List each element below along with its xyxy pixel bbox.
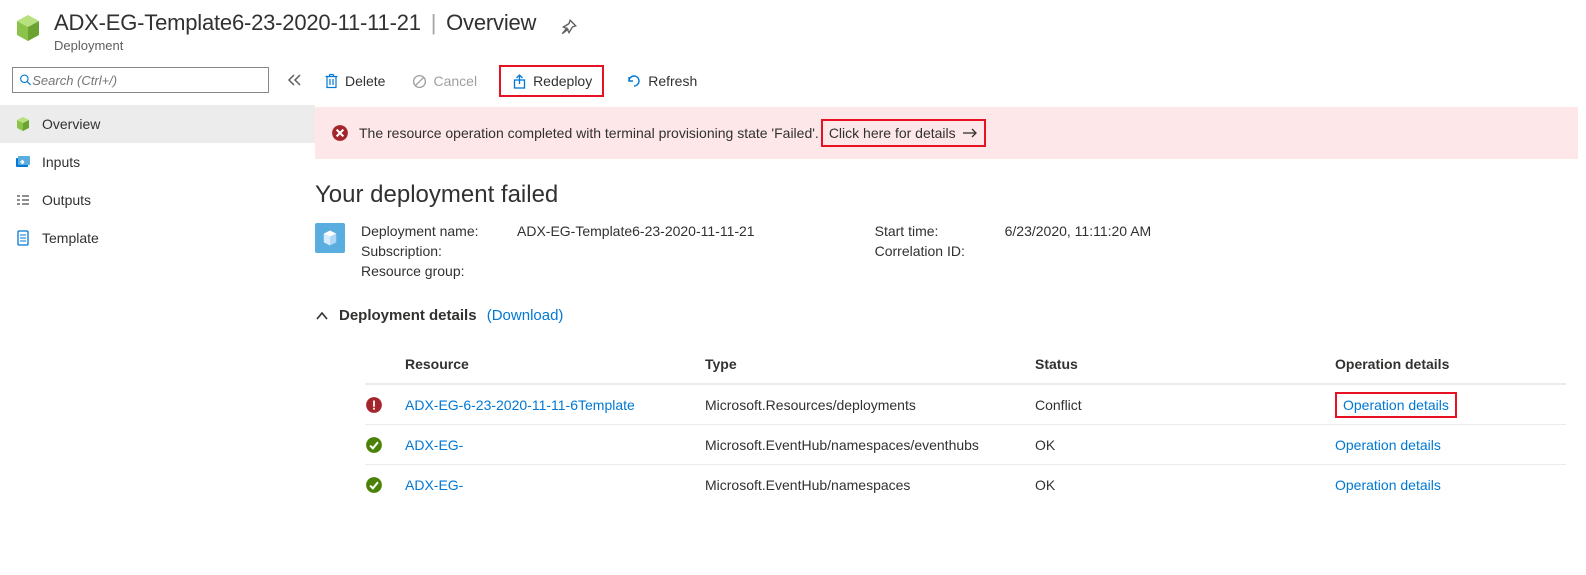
deployment-meta: Deployment name: ADX-EG-Template6-23-202… xyxy=(315,223,1586,279)
refresh-button[interactable]: Refresh xyxy=(622,71,701,91)
resource-type: Microsoft.EventHub/namespaces/eventhubs xyxy=(705,437,1035,453)
correlation-id-label: Correlation ID: xyxy=(875,243,1005,259)
table-row: ADX-EG-6-23-2020-11-11-6TemplateMicrosof… xyxy=(365,384,1566,424)
resource-type-label: Deployment xyxy=(54,38,536,53)
delete-icon xyxy=(323,73,339,89)
operation-details-link[interactable]: Operation details xyxy=(1335,392,1457,418)
error-icon xyxy=(365,396,383,414)
page-title: ADX-EG-Template6-23-2020-11-11-21 | Over… xyxy=(54,10,536,36)
operation-status: OK xyxy=(1035,477,1335,493)
operation-status: Conflict xyxy=(1035,397,1335,413)
sidebar-item-label: Inputs xyxy=(42,154,80,170)
search-input[interactable] xyxy=(12,67,269,93)
resource-name: ADX-EG-Template6-23-2020-11-11-21 xyxy=(54,10,421,35)
template-icon xyxy=(14,229,32,247)
pin-icon[interactable] xyxy=(560,18,578,36)
error-message: The resource operation completed with te… xyxy=(359,125,819,141)
title-block: ADX-EG-Template6-23-2020-11-11-21 | Over… xyxy=(54,10,536,53)
sidebar-item-label: Template xyxy=(42,230,99,246)
operation-details-link[interactable]: Operation details xyxy=(1335,477,1441,493)
command-bar: Delete Cancel xyxy=(315,61,1586,105)
meta-right: Start time: 6/23/2020, 11:11:20 AM Corre… xyxy=(875,223,1152,259)
success-icon xyxy=(365,436,383,454)
operation-status: OK xyxy=(1035,437,1335,453)
start-time-label: Start time: xyxy=(875,223,1005,239)
resource-type: Microsoft.EventHub/namespaces xyxy=(705,477,1035,493)
resource-link[interactable]: ADX-EG-6-23-2020-11-11-6Template xyxy=(405,397,705,413)
table-header: Resource Type Status Operation details xyxy=(365,344,1566,384)
subscription-value xyxy=(517,243,755,259)
sidebar-item-template[interactable]: Template xyxy=(0,219,315,257)
deployment-details-label: Deployment details xyxy=(339,307,477,324)
redeploy-button[interactable]: Redeploy xyxy=(499,65,604,97)
cancel-button: Cancel xyxy=(407,71,481,91)
operation-details-link[interactable]: Operation details xyxy=(1335,437,1441,453)
arrow-right-icon xyxy=(962,127,978,139)
page-header: ADX-EG-Template6-23-2020-11-11-21 | Over… xyxy=(0,0,1586,57)
error-banner: The resource operation completed with te… xyxy=(315,107,1578,159)
search-icon xyxy=(19,73,32,87)
refresh-icon xyxy=(626,73,642,89)
chevron-up-icon[interactable] xyxy=(315,311,329,321)
col-resource: Resource xyxy=(405,356,705,372)
download-link[interactable]: (Download) xyxy=(487,307,564,324)
col-type: Type xyxy=(705,356,1035,372)
sidebar-item-label: Outputs xyxy=(42,192,91,208)
deployment-badge-icon xyxy=(315,223,345,253)
overview-icon xyxy=(14,115,32,133)
deployment-name-label: Deployment name: xyxy=(361,223,511,239)
deployment-details-header: Deployment details (Download) xyxy=(315,307,1586,324)
success-icon xyxy=(365,476,383,494)
status-heading: Your deployment failed xyxy=(315,181,1586,209)
cancel-icon xyxy=(411,73,427,89)
resource-type-icon xyxy=(12,12,44,44)
start-time-value: 6/23/2020, 11:11:20 AM xyxy=(1005,223,1152,239)
col-status: Status xyxy=(1035,356,1335,372)
col-opdetails: Operation details xyxy=(1335,356,1566,372)
resource-group-label: Resource group: xyxy=(361,263,511,279)
resource-link[interactable]: ADX-EG- xyxy=(405,437,705,453)
meta-left: Deployment name: ADX-EG-Template6-23-202… xyxy=(361,223,755,279)
outputs-icon xyxy=(14,191,32,209)
table-row: ADX-EG-Microsoft.EventHub/namespaces/eve… xyxy=(365,424,1566,464)
error-icon xyxy=(331,124,349,142)
collapse-sidebar-button[interactable] xyxy=(287,73,303,87)
resource-group-value xyxy=(517,263,755,279)
error-details-link[interactable]: Click here for details xyxy=(821,119,986,147)
table-row: ADX-EG-Microsoft.EventHub/namespacesOKOp… xyxy=(365,464,1566,504)
resource-link[interactable]: ADX-EG- xyxy=(405,477,705,493)
correlation-id-value xyxy=(1005,243,1152,259)
subscription-label: Subscription: xyxy=(361,243,511,259)
delete-button[interactable]: Delete xyxy=(319,71,389,91)
inputs-icon xyxy=(14,153,32,171)
deployment-name-value: ADX-EG-Template6-23-2020-11-11-21 xyxy=(517,223,755,239)
sidebar-item-overview[interactable]: Overview xyxy=(0,105,315,143)
main-content: Delete Cancel xyxy=(315,57,1586,504)
sidebar: Overview Inputs Outputs xyxy=(0,57,315,504)
redeploy-icon xyxy=(511,73,527,89)
resource-type: Microsoft.Resources/deployments xyxy=(705,397,1035,413)
sidebar-item-label: Overview xyxy=(42,116,100,132)
sidebar-item-outputs[interactable]: Outputs xyxy=(0,181,315,219)
sidebar-item-inputs[interactable]: Inputs xyxy=(0,143,315,181)
deployment-table: Resource Type Status Operation details A… xyxy=(365,344,1566,504)
blade-name: Overview xyxy=(446,10,536,35)
